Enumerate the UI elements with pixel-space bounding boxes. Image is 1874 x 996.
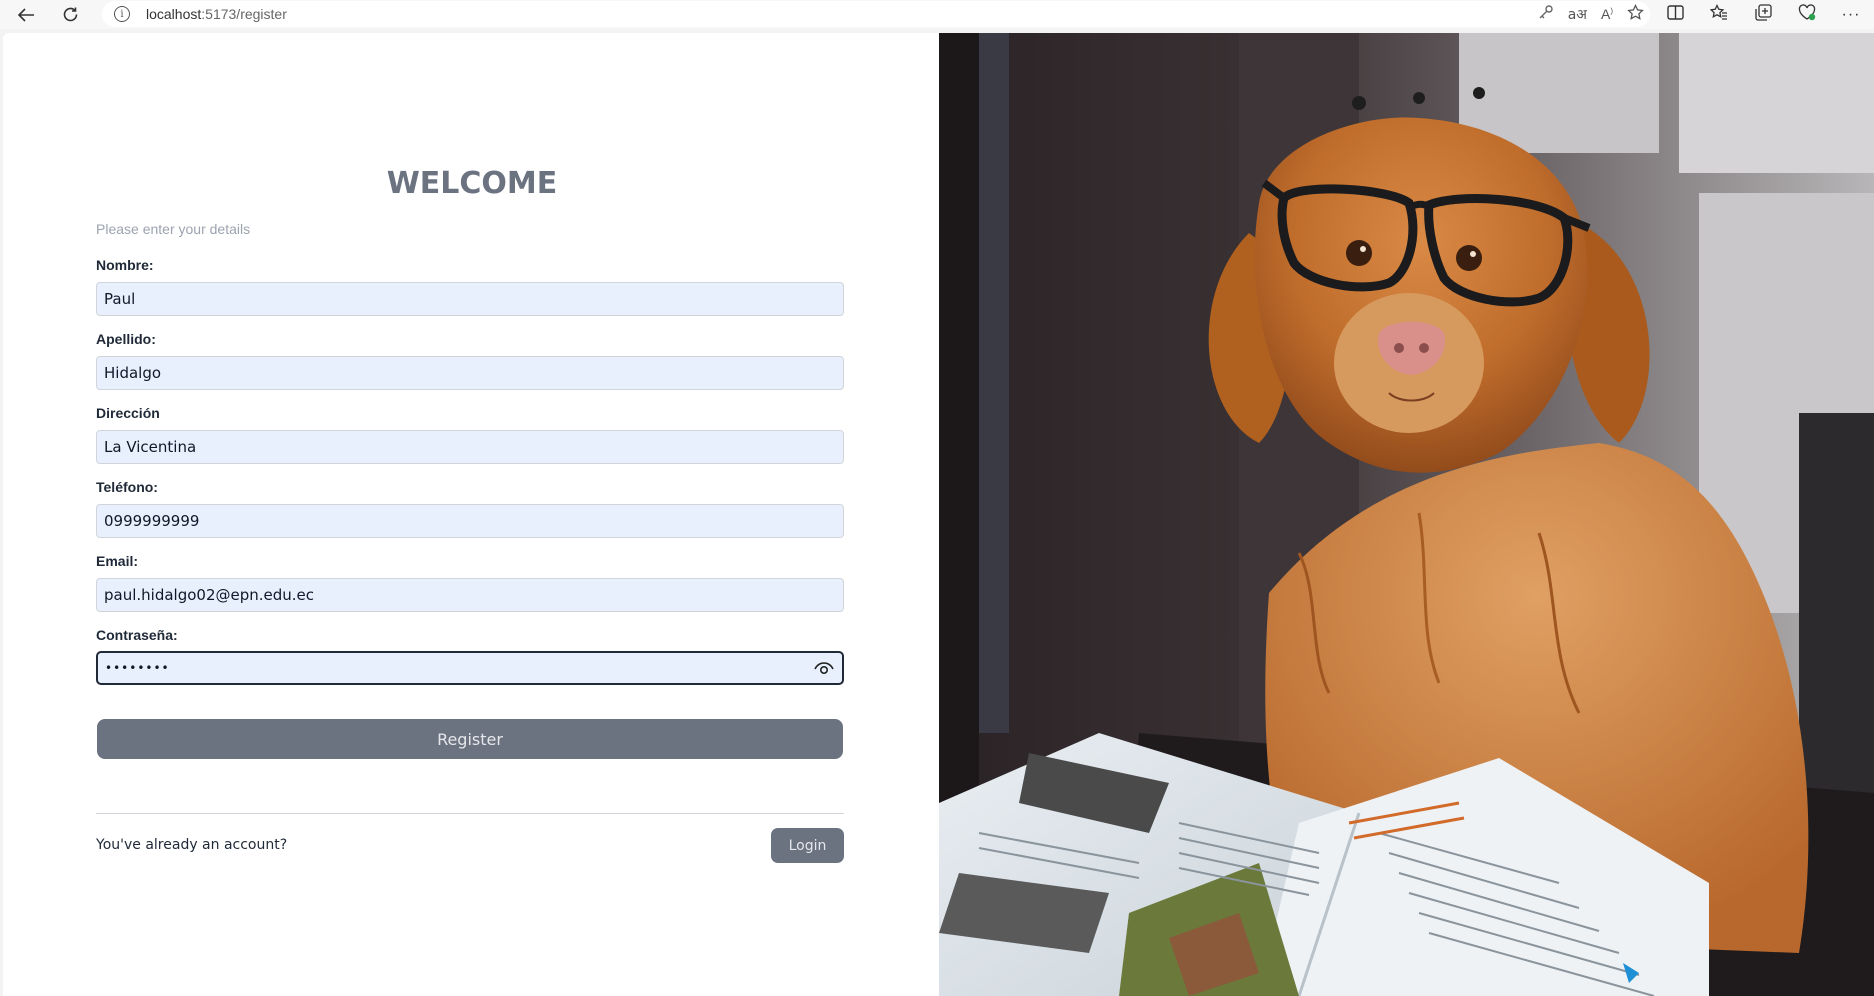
key-icon[interactable] <box>1538 4 1554 24</box>
dog-photo <box>939 33 1874 996</box>
email-input[interactable]: paul.hidalgo02@epn.edu.ec <box>96 578 844 612</box>
page-title: WELCOME <box>386 166 558 201</box>
url-text: localhost:5173/register <box>146 6 287 22</box>
direccion-input[interactable]: La Vicentina <box>96 430 844 464</box>
url-host: localhost <box>146 6 202 22</box>
address-bar[interactable]: i localhost:5173/register aअ A) <box>102 1 1650 27</box>
browser-essentials-icon[interactable] <box>1792 3 1822 26</box>
telefono-input[interactable]: 0999999999 <box>96 504 844 538</box>
more-icon[interactable]: ··· <box>1836 6 1866 24</box>
nombre-input[interactable]: Paul <box>96 282 844 316</box>
apellido-label: Apellido: <box>96 331 156 347</box>
split-screen-icon[interactable] <box>1660 4 1690 25</box>
favorite-star-icon[interactable] <box>1627 3 1644 25</box>
password-label: Contraseña: <box>96 627 178 643</box>
password-input[interactable]: •••••••• <box>96 651 844 685</box>
eye-icon[interactable] <box>814 660 834 676</box>
url-rest: :5173/register <box>201 6 287 22</box>
page-viewport: WELCOME Please enter your details Nombre… <box>3 33 1874 996</box>
password-value: •••••••• <box>105 661 170 675</box>
divider <box>96 813 844 814</box>
collections-icon[interactable] <box>1748 3 1778 26</box>
register-button[interactable]: Register <box>97 719 843 759</box>
read-aloud-icon[interactable]: A) <box>1601 6 1613 22</box>
apellido-input[interactable]: Hidalgo <box>96 356 844 390</box>
telefono-label: Teléfono: <box>96 479 158 495</box>
account-prompt: You've already an account? <box>96 837 288 853</box>
refresh-icon[interactable] <box>51 0 89 29</box>
email-label: Email: <box>96 553 139 569</box>
page-subtitle: Please enter your details <box>96 221 251 237</box>
dog-illustration <box>939 33 1874 996</box>
nombre-label: Nombre: <box>96 257 154 273</box>
back-icon[interactable] <box>7 0 45 29</box>
favorites-icon[interactable] <box>1704 3 1734 25</box>
direccion-label: Dirección <box>96 405 160 421</box>
info-icon[interactable]: i <box>114 6 130 22</box>
browser-toolbar: i localhost:5173/register aअ A) ··· <box>0 0 1874 29</box>
translate-icon[interactable]: aअ <box>1568 5 1587 24</box>
register-panel: WELCOME Please enter your details Nombre… <box>3 33 939 996</box>
login-button[interactable]: Login <box>771 828 844 863</box>
